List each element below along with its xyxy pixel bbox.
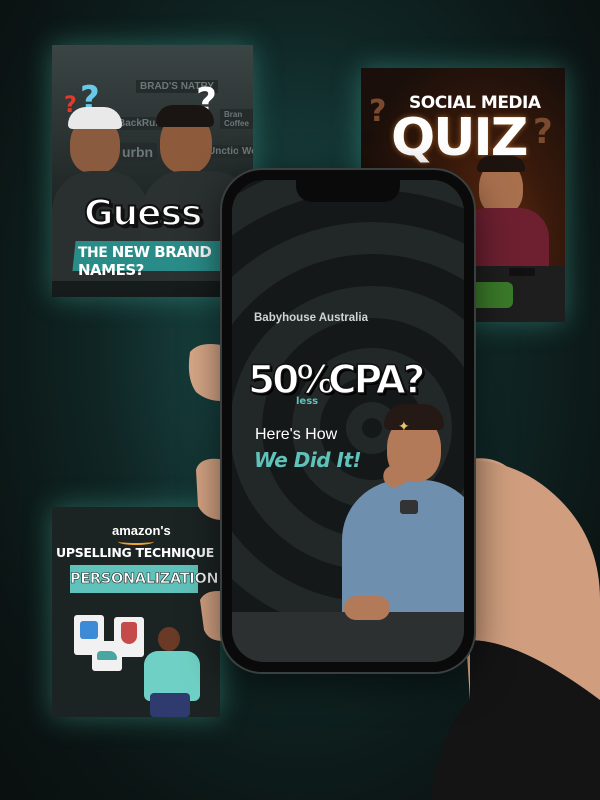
desk — [232, 612, 464, 662]
watch-icon — [400, 500, 418, 514]
heres-how-text: Here's How — [255, 426, 338, 443]
phone-mockup: Babyhouse Australia 50% less CPA? Here's… — [222, 170, 474, 672]
resting-hand — [344, 596, 390, 620]
cpa-label: CPA? — [327, 357, 426, 404]
phone-notch — [296, 180, 400, 202]
presenter-hair — [384, 404, 444, 430]
less-label: less — [296, 396, 319, 407]
percent-value: 50% — [247, 357, 336, 404]
phone-screen[interactable]: Babyhouse Australia 50% less CPA? Here's… — [232, 180, 464, 662]
sparkle-icon: ✦ — [398, 418, 410, 434]
client-name: Babyhouse Australia — [254, 312, 368, 324]
we-did-it-text: We Did It! — [254, 448, 362, 472]
